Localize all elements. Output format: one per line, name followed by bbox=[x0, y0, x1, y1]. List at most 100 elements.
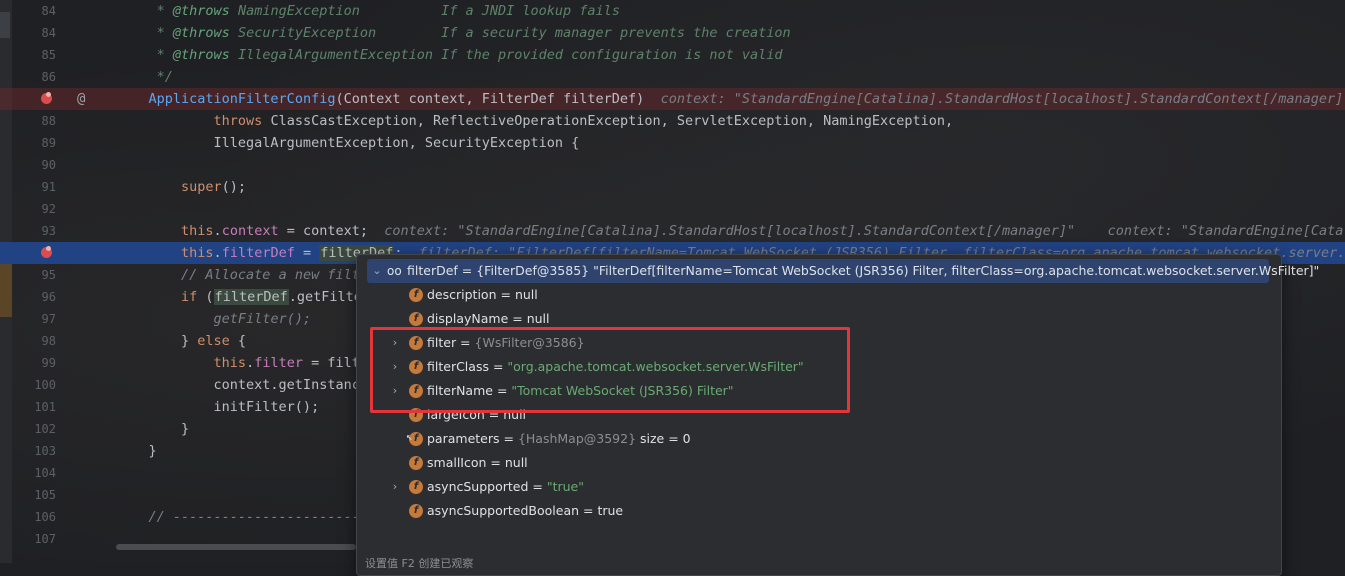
code-token: @throws bbox=[172, 3, 230, 19]
code-token: { bbox=[229, 333, 247, 349]
code-token: this bbox=[213, 355, 247, 371]
code-line[interactable]: 89 IllegalArgumentException, SecurityExc… bbox=[0, 132, 1345, 154]
code-line[interactable]: 85 * @throws IllegalArgumentException If… bbox=[0, 44, 1345, 66]
code-content: * @throws NamingException If a JNDI look… bbox=[116, 0, 620, 22]
variable-row-root[interactable]: ⌄ oo filterDef = {FilterDef@3585} "Filte… bbox=[367, 259, 1319, 283]
field-icon: f bbox=[409, 480, 423, 494]
line-number: 92 bbox=[41, 202, 56, 216]
code-content: if (filterDef.getFilte bbox=[116, 286, 362, 308]
line-number: 103 bbox=[34, 444, 56, 458]
code-line[interactable]: 92 bbox=[0, 198, 1345, 220]
equals-sign: = bbox=[457, 263, 477, 278]
variable-row-parameters[interactable]: f parameters = {HashMap@3592} size = 0 bbox=[357, 427, 1277, 451]
field-name: parameters bbox=[427, 431, 500, 446]
line-number: 93 bbox=[41, 224, 56, 238]
chevron-right-icon[interactable]: › bbox=[389, 475, 401, 499]
code-content: */ bbox=[116, 66, 173, 88]
code-token: } bbox=[116, 443, 157, 459]
code-token: initFilter(); bbox=[116, 399, 320, 415]
field-name: displayName bbox=[427, 311, 509, 326]
code-token: IllegalArgumentException If the provided… bbox=[229, 47, 783, 63]
inline-debug-value: context: "StandardEngine[Catalina].Stand… bbox=[660, 91, 1345, 107]
annotation-marker-icon[interactable]: @ bbox=[77, 88, 85, 110]
line-number: 101 bbox=[34, 400, 56, 414]
line-number: 90 bbox=[41, 158, 56, 172]
debug-variable-popup[interactable]: ⌄ oo filterDef = {FilterDef@3585} "Filte… bbox=[356, 254, 1319, 576]
equals-sign: = bbox=[579, 503, 598, 518]
field-name: smallIcon bbox=[427, 455, 487, 470]
field-name: asyncSupported bbox=[427, 479, 529, 494]
code-line[interactable]: 84 * @throws NamingException If a JNDI l… bbox=[0, 0, 1345, 22]
breakpoint-icon[interactable] bbox=[41, 92, 52, 104]
variable-ref: {FilterDef@3585} bbox=[476, 263, 590, 278]
code-token: if bbox=[181, 289, 198, 305]
code-line[interactable]: 88 throws ClassCastException, Reflective… bbox=[0, 110, 1345, 132]
code-line[interactable]: 93 this.context = context; context: "Sta… bbox=[0, 220, 1345, 242]
line-number: 88 bbox=[41, 114, 56, 128]
code-token: super bbox=[181, 179, 222, 195]
field-icon: f bbox=[409, 288, 423, 302]
line-number: 84 bbox=[41, 26, 56, 40]
code-content: // Allocate a new filt bbox=[116, 264, 360, 286]
line-number: 105 bbox=[34, 488, 56, 502]
variable-value: "FilterDef[filterName=Tomcat WebSocket (… bbox=[593, 263, 1320, 278]
code-token: = filt bbox=[302, 355, 360, 371]
field-icon: f bbox=[409, 312, 423, 326]
code-content: ApplicationFilterConfig(Context context,… bbox=[116, 88, 1345, 110]
code-content: * @throws SecurityException If a securit… bbox=[116, 22, 791, 44]
variable-row-asyncSupportedBoolean[interactable]: f asyncSupportedBoolean = true bbox=[357, 499, 1277, 523]
code-line[interactable]: 91 super(); bbox=[0, 176, 1345, 198]
watch-glasses-icon: oo bbox=[387, 264, 402, 278]
code-token: NamingException If a JNDI lookup fails bbox=[229, 3, 620, 19]
chevron-down-icon[interactable]: ⌄ bbox=[371, 259, 383, 283]
line-number: 102 bbox=[34, 422, 56, 436]
field-ref: {HashMap@3592} bbox=[517, 431, 637, 446]
horizontal-scrollbar[interactable] bbox=[116, 544, 356, 550]
line-number: 95 bbox=[41, 268, 56, 282]
code-token: filter bbox=[254, 355, 303, 371]
code-token: IllegalArgumentException, SecurityExcept… bbox=[116, 135, 580, 151]
code-content: * @throws IllegalArgumentException If th… bbox=[116, 44, 783, 66]
code-token: ApplicationFilterConfig bbox=[148, 91, 336, 107]
variable-row-asyncSupported[interactable]: › f asyncSupported = "true" bbox=[357, 475, 1277, 499]
variable-name: filterDef bbox=[407, 263, 458, 278]
code-token: // ----------------------- bbox=[116, 509, 360, 525]
code-content: this.filter = filt bbox=[116, 352, 360, 374]
code-content: IllegalArgumentException, SecurityExcept… bbox=[116, 132, 580, 154]
line-number: 107 bbox=[34, 532, 56, 546]
code-token: this bbox=[181, 245, 214, 261]
code-content: } bbox=[116, 418, 189, 440]
code-line[interactable]: 90 bbox=[0, 154, 1345, 176]
code-content: initFilter(); bbox=[116, 396, 320, 418]
code-token: filterDef bbox=[221, 245, 295, 261]
field-name: asyncSupportedBoolean bbox=[427, 503, 580, 518]
field-value: "true" bbox=[546, 479, 584, 494]
code-token: (); bbox=[221, 179, 247, 195]
line-number: 86 bbox=[41, 70, 56, 84]
code-token: (Context context, FilterDef filterDef) bbox=[335, 91, 661, 107]
variable-row-description[interactable]: f description = null bbox=[357, 283, 1277, 307]
code-token: // Allocate a new filt bbox=[181, 267, 360, 283]
code-content: } bbox=[116, 440, 157, 462]
variable-row-smallIcon[interactable]: f smallIcon = null bbox=[357, 451, 1277, 475]
popup-action-bar[interactable]: 设置值 F2 创建已观察 bbox=[365, 555, 473, 571]
code-line[interactable]: @ ApplicationFilterConfig(Context contex… bbox=[0, 88, 1345, 110]
code-line[interactable]: 86 */ bbox=[0, 66, 1345, 88]
code-token: */ bbox=[116, 69, 173, 85]
inline-debug-value: context: "StandardEngine[Catalina].Stand… bbox=[384, 223, 1345, 239]
code-line[interactable]: 84 * @throws SecurityException If a secu… bbox=[0, 22, 1345, 44]
equals-sign: = bbox=[508, 311, 527, 326]
code-token: else bbox=[197, 333, 230, 349]
code-token: . bbox=[246, 355, 255, 371]
code-token: ClassCastException, ReflectiveOperationE… bbox=[262, 113, 954, 129]
breakpoint-icon[interactable] bbox=[41, 246, 52, 258]
line-number: 98 bbox=[41, 334, 56, 348]
line-number: 89 bbox=[41, 136, 56, 150]
code-content: throws ClassCastException, ReflectiveOpe… bbox=[116, 110, 954, 132]
code-token: ( bbox=[197, 289, 214, 305]
